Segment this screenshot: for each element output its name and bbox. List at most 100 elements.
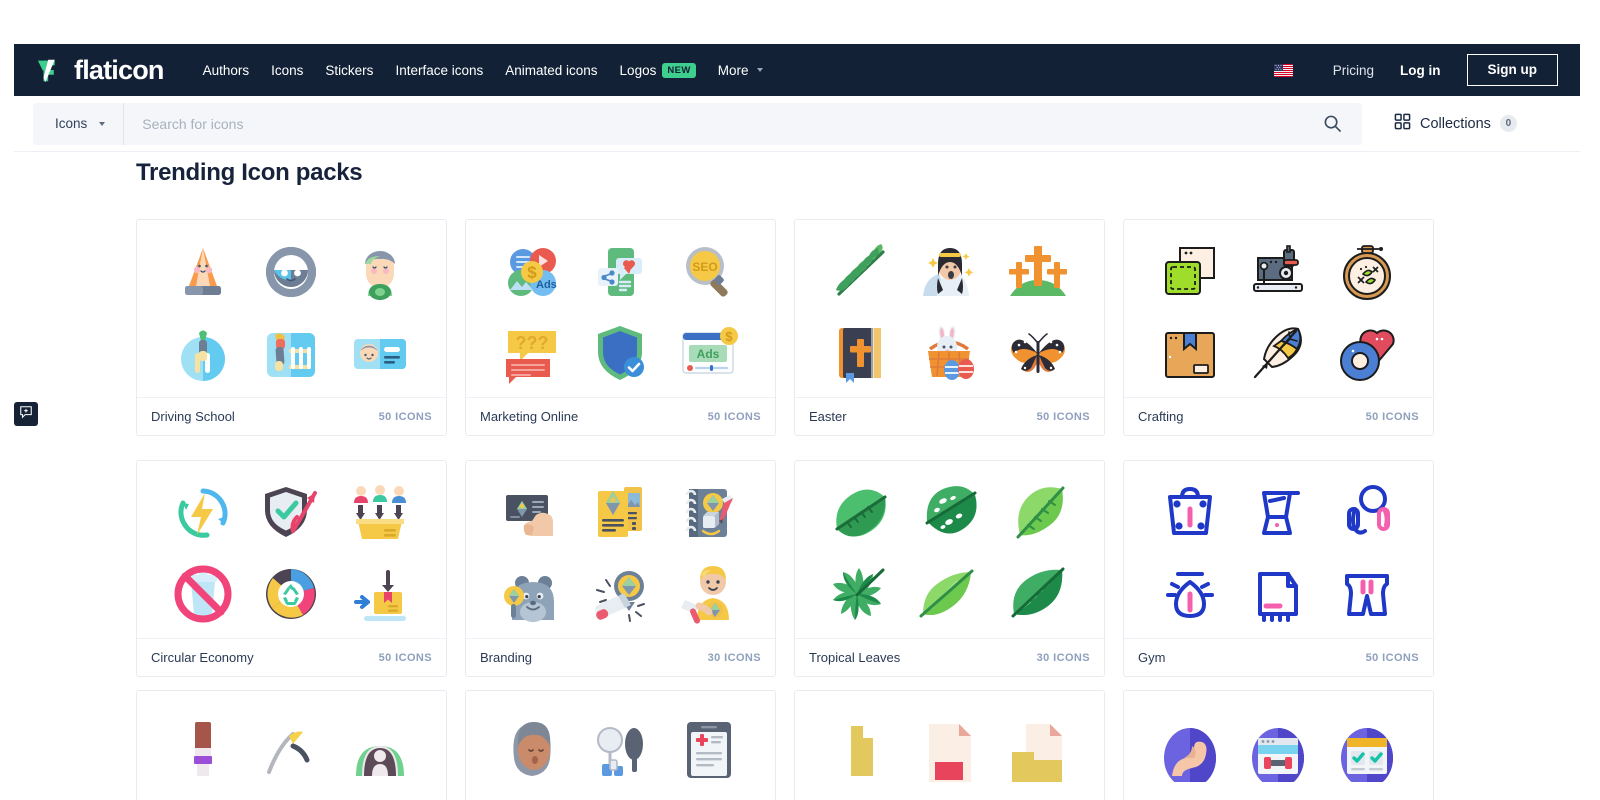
- card-icon-preview: [466, 461, 775, 638]
- icon-pack-card-partial-2[interactable]: [465, 690, 776, 800]
- card-icon-preview: [795, 691, 1104, 800]
- browser-top-strip: [0, 0, 1600, 44]
- card-icon-preview: [137, 691, 446, 800]
- main-nav: Authors Icons Stickers Interface icons A…: [192, 57, 775, 84]
- nav-item-animated-icons[interactable]: Animated icons: [494, 57, 608, 84]
- signup-button[interactable]: Sign up: [1466, 54, 1558, 86]
- nav-item-interface-icons[interactable]: Interface icons: [384, 57, 494, 84]
- svg-text:$: $: [527, 263, 537, 282]
- no-waste-icon: [167, 558, 239, 630]
- feedback-widget-button[interactable]: [14, 402, 38, 426]
- collection-box-icon: [344, 477, 416, 549]
- grid-icon: [1394, 113, 1411, 134]
- card-icon-preview: [795, 461, 1104, 638]
- tweezers-icon: [255, 714, 327, 786]
- svg-text:Ads: Ads: [536, 279, 557, 291]
- card-title: Easter: [809, 409, 847, 424]
- search-icon[interactable]: [1303, 114, 1362, 133]
- shorts-icon: [1331, 558, 1403, 630]
- nav-item-icons[interactable]: Icons: [260, 57, 314, 84]
- icon-pack-card-marketing-online[interactable]: Ads $ SEO ??? Ads $ Marketing Online 50 …: [465, 219, 776, 436]
- site-logo-text: flaticon: [74, 54, 164, 85]
- card-icon-count: 50 ICONS: [378, 410, 432, 423]
- medical-tablet-icon: [673, 714, 745, 786]
- search-type-label: Icons: [55, 116, 88, 131]
- brand-worker-icon: [673, 558, 745, 630]
- page-right-gutter: [1580, 0, 1600, 800]
- nav-item-stickers[interactable]: Stickers: [314, 57, 384, 84]
- feedback-chat-icon: [19, 405, 33, 424]
- card-footer: Easter 50 ICONS: [795, 397, 1104, 435]
- search-input[interactable]: [124, 102, 1303, 145]
- protection-growth-icon: [255, 477, 327, 549]
- card-title: Crafting: [1138, 409, 1184, 424]
- product-delivery-icon: [344, 558, 416, 630]
- icon-pack-card-gym[interactable]: Gym 50 ICONS: [1123, 460, 1434, 677]
- brochure-icon: [584, 477, 656, 549]
- svg-text:$: $: [725, 329, 733, 344]
- nav-label: Icons: [271, 62, 304, 78]
- icon-pack-card-tropical-leaves[interactable]: Tropical Leaves 30 ICONS: [794, 460, 1105, 677]
- card-icon-preview: [137, 220, 446, 397]
- svg-text:???: ???: [516, 333, 549, 353]
- icon-pack-card-circular-economy[interactable]: Circular Economy 50 ICONS: [136, 460, 447, 677]
- card-icon-count: 30 ICONS: [707, 651, 761, 664]
- card-icon-preview: [466, 691, 775, 800]
- page-title: Trending Icon packs: [136, 159, 363, 186]
- card-title: Marketing Online: [480, 409, 579, 424]
- quill-feather-icon: [1242, 317, 1314, 389]
- card-footer: Circular Economy 50 ICONS: [137, 638, 446, 676]
- card-icon-preview: [1124, 691, 1433, 800]
- nav-item-logos[interactable]: Logos NEW: [609, 57, 707, 84]
- chevron-down-icon: [99, 121, 106, 126]
- page-root: flaticon Authors Icons Stickers Interfac…: [0, 0, 1600, 800]
- site-header: flaticon Authors Icons Stickers Interfac…: [14, 44, 1580, 96]
- icon-pack-card-easter[interactable]: Easter 50 ICONS: [794, 219, 1105, 436]
- blender-icon: [1242, 477, 1314, 549]
- lipstick-icon: [167, 714, 239, 786]
- palm-branch-icon: [825, 236, 897, 308]
- card-title: Circular Economy: [151, 650, 254, 665]
- butterfly-icon: [1002, 317, 1074, 389]
- renewable-energy-icon: [167, 477, 239, 549]
- card-icon-count: 30 ICONS: [1036, 651, 1090, 664]
- easter-basket-icon: [913, 317, 985, 389]
- card-icon-preview: [1124, 220, 1433, 397]
- sketchbook-icon: [673, 477, 745, 549]
- card-footer: Tropical Leaves 30 ICONS: [795, 638, 1104, 676]
- verified-shield-icon: [584, 317, 656, 389]
- nav-item-more[interactable]: More: [707, 57, 775, 84]
- towel-icon: [1242, 558, 1314, 630]
- collections-button[interactable]: Collections 0: [1394, 113, 1517, 134]
- nav-label: Logos: [619, 62, 657, 78]
- card-icon-preview: Ads $ SEO ??? Ads $: [466, 220, 775, 397]
- icon-pack-card-partial-3[interactable]: [794, 690, 1105, 800]
- folder-tab-icon: [825, 714, 897, 786]
- recycle-pie-icon: [255, 558, 327, 630]
- card-icon-count: 50 ICONS: [1036, 410, 1090, 423]
- icon-pack-card-partial-4[interactable]: [1123, 690, 1434, 800]
- site-logo[interactable]: flaticon: [36, 55, 164, 85]
- icon-pack-grid-partial-row: [136, 690, 1436, 800]
- icon-pack-card-driving-school[interactable]: Driving School 50 ICONS: [136, 219, 447, 436]
- gym-website-icon: [1242, 714, 1314, 786]
- document-icon: [913, 714, 985, 786]
- svg-text:Ads: Ads: [696, 347, 719, 361]
- icon-pack-card-branding[interactable]: Branding 30 ICONS: [465, 460, 776, 677]
- pricing-link[interactable]: Pricing: [1321, 57, 1386, 84]
- chevron-down-icon: [757, 68, 764, 72]
- icon-pack-card-crafting[interactable]: Crafting 50 ICONS: [1123, 219, 1434, 436]
- card-footer: Driving School 50 ICONS: [137, 397, 446, 435]
- broad-leaf-icon: [1002, 558, 1074, 630]
- header-right-actions: Pricing Log in Sign up: [1273, 54, 1558, 86]
- us-flag-icon[interactable]: [1273, 63, 1293, 77]
- sewing-machine-icon: [1242, 236, 1314, 308]
- nav-item-authors[interactable]: Authors: [192, 57, 261, 84]
- question-chat-icon: ???: [496, 317, 568, 389]
- nav-label: Animated icons: [505, 62, 598, 78]
- login-link[interactable]: Log in: [1386, 57, 1455, 84]
- card-icon-count: 50 ICONS: [707, 410, 761, 423]
- search-type-select[interactable]: Icons: [33, 102, 125, 145]
- business-card-icon: [496, 477, 568, 549]
- icon-pack-card-partial-1[interactable]: [136, 690, 447, 800]
